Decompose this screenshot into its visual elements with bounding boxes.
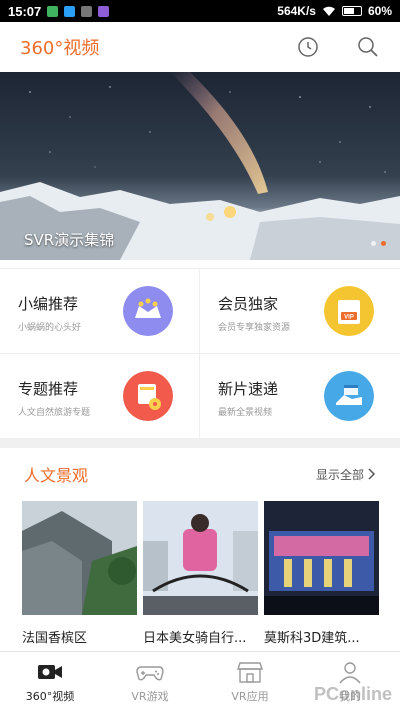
thumbnail-image [143, 501, 258, 615]
carousel-indicator [371, 241, 386, 246]
carousel-dot[interactable] [371, 241, 376, 246]
video-card[interactable]: 法国香槟区 [22, 501, 137, 646]
app-header: 360°视频 [0, 22, 400, 72]
feature-subtitle: 会员专享独家资源 [218, 323, 291, 333]
section-title: 人文景观 [24, 466, 89, 485]
film-reel-icon [123, 371, 173, 421]
feature-editor-picks[interactable]: 小编推荐 小蜗蜗的心头好 [0, 269, 200, 354]
feature-subtitle: 最新全景视频 [218, 408, 273, 418]
video-card[interactable]: 莫斯科3D建筑... [264, 501, 379, 646]
battery-icon [341, 6, 362, 16]
video-thumbnail [264, 501, 379, 615]
store-icon [237, 661, 263, 683]
nav-vr-games[interactable]: VR游戏 [100, 652, 200, 711]
video-title: 莫斯科3D建筑... [264, 631, 360, 646]
user-icon [339, 661, 361, 683]
app-title: 360°视频 [20, 38, 100, 59]
feature-subtitle: 人文自然旅游专题 [18, 408, 91, 418]
app-notification-icon [81, 5, 93, 17]
nav-vr-apps[interactable]: VR应用 [200, 652, 300, 711]
search-icon[interactable] [356, 35, 380, 59]
feature-topics[interactable]: 专题推荐 人文自然旅游专题 [0, 354, 200, 439]
status-bar: 15:07 564K/s 60% [0, 0, 400, 22]
app-notification-icon [98, 5, 110, 17]
feature-grid: 小编推荐 小蜗蜗的心头好 会员独家 会员专享独家资源 VIP 专题推荐 人文自然… [0, 268, 400, 439]
thumbnail-image [264, 501, 379, 615]
video-title: 法国香槟区 [22, 631, 88, 646]
shoe-clapper-icon [324, 371, 374, 421]
network-speed: 564K/s [277, 4, 316, 18]
clock-icon[interactable] [296, 35, 320, 59]
app-notification-icon [64, 5, 76, 17]
chevron-right-icon [368, 468, 376, 480]
vip-card-icon: VIP [324, 286, 374, 336]
nav-label: 360°视频 [25, 689, 75, 703]
video-card[interactable]: 日本美女骑自行... [143, 501, 258, 646]
section-header: 人文景观 显示全部 [0, 448, 400, 500]
video-camera-icon [38, 664, 62, 679]
svg-text:VIP: VIP [344, 315, 354, 321]
nav-label: VR应用 [231, 689, 269, 703]
video-thumbnail [143, 501, 258, 615]
wifi-icon [322, 6, 335, 16]
banner-caption: SVR演示集锦 [24, 231, 115, 249]
app-notification-icon [47, 5, 59, 17]
video-list: 法国香槟区 日本美女骑自行... 莫斯科3D建筑... [22, 501, 382, 646]
show-all-label: 显示全部 [315, 467, 364, 482]
feature-new-releases[interactable]: 新片速递 最新全景视频 [200, 354, 400, 439]
battery-level: 60% [367, 4, 392, 18]
carousel-dot-active[interactable] [381, 241, 386, 246]
video-thumbnail [22, 501, 137, 615]
show-all-link[interactable]: 显示全部 [316, 466, 376, 483]
gamepad-icon [136, 665, 164, 680]
nav-360-video[interactable]: 360°视频 [0, 652, 100, 711]
hero-banner[interactable]: SVR演示集锦 [0, 72, 400, 260]
nav-label: 我的 [339, 689, 361, 703]
feature-vip-exclusive[interactable]: 会员独家 会员专享独家资源 VIP [200, 269, 400, 354]
status-time: 15:07 [8, 3, 42, 19]
nav-label: VR游戏 [131, 689, 169, 703]
section-divider [0, 438, 400, 448]
crown-stars-icon [123, 286, 173, 336]
bottom-navigation: 360°视频 VR游戏 VR应用 我的 [0, 651, 400, 711]
nav-my-profile[interactable]: 我的 [300, 652, 400, 711]
feature-subtitle: 小蜗蜗的心头好 [18, 323, 82, 333]
thumbnail-image [22, 501, 137, 615]
video-title: 日本美女骑自行... [143, 631, 247, 646]
